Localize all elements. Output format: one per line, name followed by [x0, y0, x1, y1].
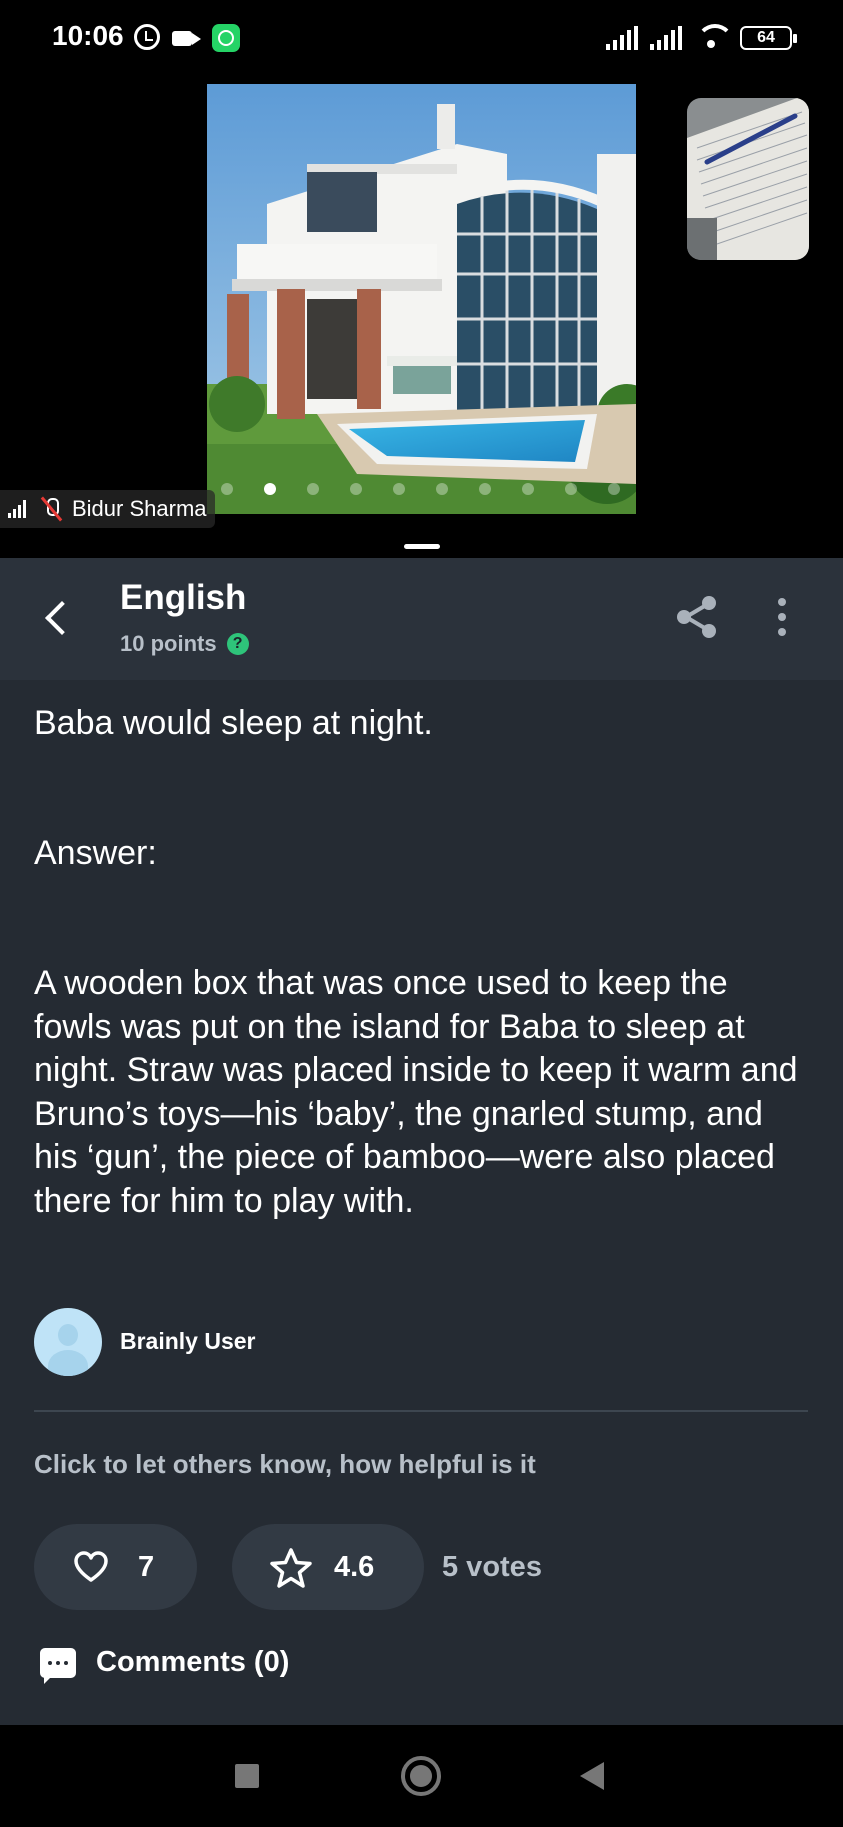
home-button[interactable]	[401, 1756, 441, 1796]
carousel-dots[interactable]	[207, 479, 636, 499]
house-photo	[207, 84, 636, 514]
heart-icon	[74, 1551, 108, 1582]
answer-screen: English 10 points ? Baba would sleep at …	[0, 558, 843, 1725]
comments-button[interactable]: Comments (0)	[40, 1646, 290, 1684]
participant-label: Bidur Sharma	[0, 490, 215, 528]
signal-icon	[606, 26, 640, 50]
helpful-prompt: Click to let others know, how helpful is…	[34, 1449, 536, 1479]
carousel-dot[interactable]	[307, 483, 319, 495]
share-button[interactable]	[672, 592, 722, 642]
carousel-dot-active[interactable]	[264, 483, 276, 495]
drag-handle[interactable]	[404, 544, 440, 549]
mic-off-icon	[40, 496, 62, 522]
more-options-button[interactable]	[765, 592, 799, 642]
wifi-icon	[694, 22, 734, 52]
signal-strength-icon	[8, 500, 30, 518]
app-header: English 10 points ?	[0, 558, 843, 680]
more-vertical-icon	[778, 598, 786, 606]
answer-body: A wooden box that was once used to keep …	[34, 964, 798, 1220]
video-call-area[interactable]: Bidur Sharma	[0, 76, 843, 558]
notebook-photo	[687, 98, 809, 260]
alarm-icon	[134, 24, 160, 50]
avatar[interactable]	[34, 1308, 102, 1376]
comment-icon	[40, 1647, 76, 1684]
like-button[interactable]: 7	[34, 1524, 197, 1610]
votes-count: 5 votes	[442, 1551, 542, 1583]
recents-button[interactable]	[235, 1764, 259, 1788]
comments-label: Comments (0)	[96, 1646, 290, 1678]
back-button[interactable]	[36, 594, 84, 642]
like-count: 7	[138, 1551, 155, 1583]
star-icon	[270, 1548, 312, 1588]
subject-title: English	[120, 578, 247, 617]
more-vertical-icon-dot	[778, 628, 786, 636]
battery-icon: 64	[740, 26, 797, 50]
carousel-dot[interactable]	[350, 483, 362, 495]
status-time: 10:06	[52, 20, 124, 51]
points-label: 10 points	[120, 631, 217, 656]
carousel-dot[interactable]	[565, 483, 577, 495]
carousel-dot[interactable]	[608, 483, 620, 495]
carousel-dot[interactable]	[221, 483, 233, 495]
rate-button[interactable]: 4.6	[232, 1524, 424, 1610]
question-text: Baba would sleep at night.	[34, 704, 433, 742]
participant-name: Bidur Sharma	[72, 496, 207, 521]
carousel-dot[interactable]	[436, 483, 448, 495]
signal-icon	[650, 26, 684, 50]
help-icon[interactable]: ?	[226, 633, 249, 655]
rating-value: 4.6	[334, 1551, 375, 1583]
whatsapp-icon	[212, 24, 240, 52]
points-row: 10 points ?	[120, 631, 249, 657]
share-icon	[677, 596, 716, 638]
carousel-dot[interactable]	[522, 483, 534, 495]
shared-screen-image	[207, 84, 636, 514]
divider	[34, 1410, 808, 1412]
video-call-icon	[172, 31, 201, 46]
self-video-thumbnail[interactable]	[687, 98, 809, 260]
author-name[interactable]: Brainly User	[120, 1328, 256, 1355]
system-nav-bar	[0, 1725, 843, 1827]
status-bar: 10:06 64	[0, 0, 843, 76]
answer-label: Answer:	[34, 834, 157, 872]
more-vertical-icon-dot	[778, 613, 786, 621]
carousel-dot[interactable]	[479, 483, 491, 495]
system-back-button[interactable]	[580, 1762, 604, 1790]
carousel-dot[interactable]	[393, 483, 405, 495]
